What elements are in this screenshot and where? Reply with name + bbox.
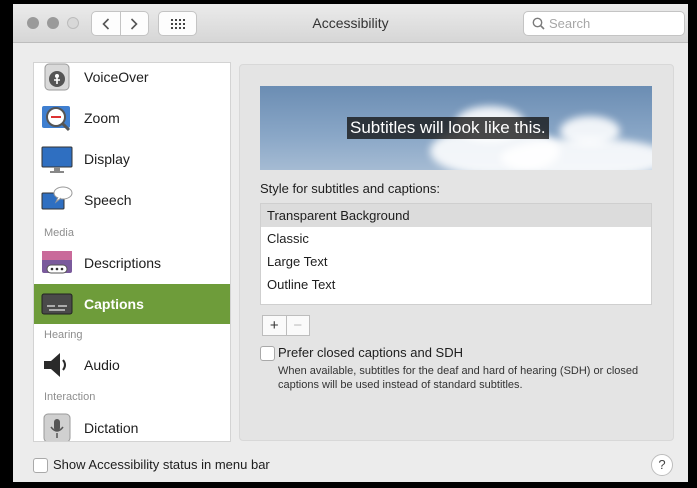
style-add-remove: + − bbox=[262, 315, 310, 336]
show-status-checkbox[interactable] bbox=[33, 458, 48, 473]
sidebar-item-label: Audio bbox=[84, 357, 120, 373]
caption-style-list: Transparent Background Classic Large Tex… bbox=[260, 203, 652, 305]
sidebar-item-label: Dictation bbox=[84, 420, 139, 436]
section-header-interaction: Interaction bbox=[44, 391, 96, 403]
audio-icon bbox=[44, 353, 66, 377]
prefer-sdh-checkbox[interactable] bbox=[260, 346, 275, 361]
sidebar: VoiceOver Zoom Display Speech Media Desc… bbox=[33, 62, 231, 442]
section-header-hearing: Hearing bbox=[44, 329, 83, 341]
sidebar-item-display[interactable]: Display bbox=[34, 139, 230, 179]
descriptions-icon bbox=[42, 251, 72, 274]
sidebar-item-speech[interactable]: Speech bbox=[34, 180, 230, 220]
search-field[interactable] bbox=[523, 11, 685, 36]
voiceover-icon bbox=[44, 63, 70, 91]
search-input[interactable] bbox=[545, 16, 669, 31]
sidebar-item-zoom[interactable]: Zoom bbox=[34, 98, 230, 138]
captions-icon bbox=[41, 293, 73, 315]
prefer-sdh-label: Prefer closed captions and SDH bbox=[278, 345, 463, 360]
sidebar-item-audio[interactable]: Audio bbox=[34, 345, 230, 385]
title-bar: Accessibility bbox=[13, 4, 688, 43]
sidebar-item-label: Captions bbox=[84, 296, 144, 312]
sidebar-item-label: VoiceOver bbox=[84, 69, 149, 85]
speech-icon bbox=[41, 186, 73, 210]
sidebar-item-label: Speech bbox=[84, 192, 132, 208]
remove-style-button[interactable]: − bbox=[285, 316, 310, 335]
section-header-media: Media bbox=[44, 227, 74, 239]
sidebar-item-label: Descriptions bbox=[84, 255, 162, 271]
style-option[interactable]: Classic bbox=[261, 227, 651, 250]
zoom-icon bbox=[42, 106, 71, 132]
subtitle-preview: Subtitles will look like this. bbox=[260, 86, 652, 170]
style-option[interactable]: Outline Text bbox=[261, 273, 651, 296]
sidebar-item-captions[interactable]: Captions bbox=[34, 284, 230, 324]
search-icon bbox=[532, 17, 545, 30]
prefer-sdh-description: When available, subtitles for the deaf a… bbox=[278, 365, 639, 391]
dictation-icon bbox=[43, 413, 71, 441]
preview-subtitle-text: Subtitles will look like this. bbox=[347, 117, 549, 139]
sidebar-item-voiceover[interactable]: VoiceOver bbox=[34, 63, 230, 97]
sidebar-item-dictation[interactable]: Dictation bbox=[34, 408, 230, 441]
sidebar-item-label: Zoom bbox=[84, 110, 120, 126]
preferences-window: Accessibility VoiceOver Zoom bbox=[13, 4, 688, 482]
style-label: Style for subtitles and captions: bbox=[260, 181, 440, 196]
style-option[interactable]: Transparent Background bbox=[261, 204, 651, 227]
style-option[interactable]: Large Text bbox=[261, 250, 651, 273]
show-status-label: Show Accessibility status in menu bar bbox=[53, 457, 270, 472]
display-icon bbox=[41, 146, 73, 173]
sidebar-item-label: Display bbox=[84, 151, 130, 167]
add-style-button[interactable]: + bbox=[263, 316, 286, 335]
help-button[interactable]: ? bbox=[651, 454, 673, 476]
captions-panel: Subtitles will look like this. Style for… bbox=[239, 64, 674, 441]
sidebar-item-descriptions[interactable]: Descriptions bbox=[34, 243, 230, 283]
